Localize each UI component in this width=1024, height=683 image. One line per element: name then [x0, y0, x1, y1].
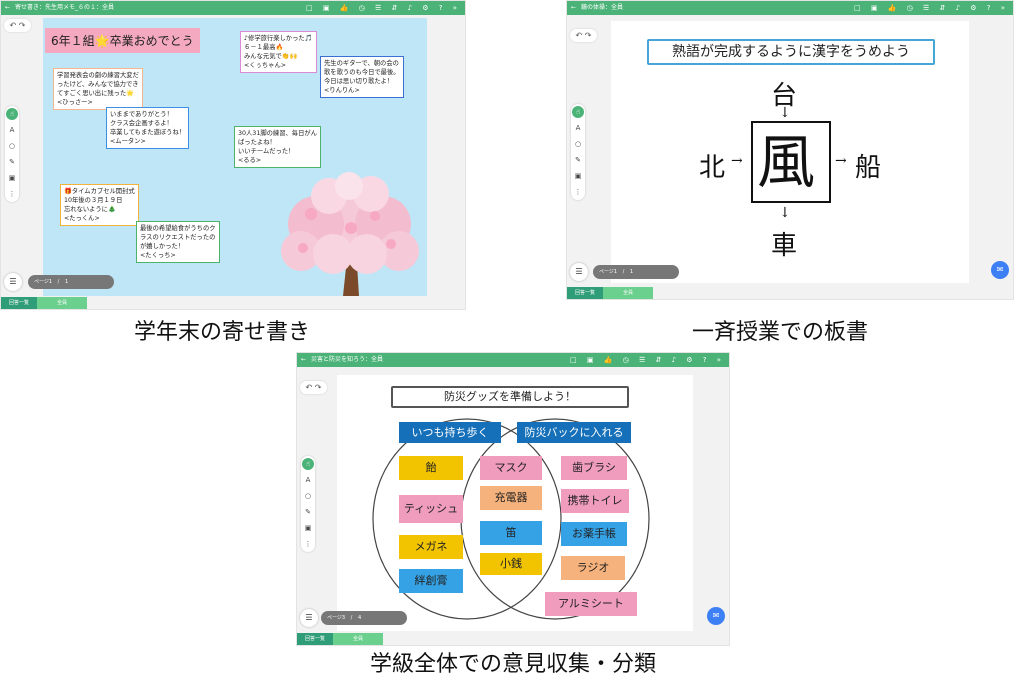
back-arrow-icon[interactable]: ← — [301, 356, 306, 363]
menu-icon[interactable]: ☰ — [300, 609, 318, 627]
undo-redo-button[interactable]: ↶ ↷ — [300, 381, 327, 394]
sticker-tool-icon[interactable]: ▣ — [5, 170, 19, 186]
shape-tool-icon[interactable]: ○ — [571, 136, 585, 152]
board-title[interactable]: 6年１組🌟卒業おめでとう — [45, 28, 200, 53]
back-arrow-icon[interactable]: ← — [5, 4, 10, 11]
card-item[interactable]: マスク — [480, 456, 542, 480]
sticky-note[interactable]: 🎁タイムカプセル開封式 10年後の３月１９日 忘れないように🎄 <たっくん> — [60, 184, 139, 226]
bottom-kanji[interactable]: 車 — [771, 225, 797, 262]
card-item[interactable]: 笛 — [480, 521, 542, 545]
card-item[interactable]: アルミシート — [545, 592, 637, 616]
text-tool-icon[interactable]: A — [5, 122, 19, 138]
card-item[interactable]: お薬手帳 — [561, 522, 627, 546]
shape-tool-icon[interactable]: ○ — [5, 138, 19, 154]
sticky-note[interactable]: 30人31脚の練習、毎日がん ばったよね！ いいチームだった！ <るる> — [234, 126, 321, 168]
center-kanji[interactable]: 風 — [757, 127, 815, 197]
window-title: 鏡の体操：全員 — [580, 4, 623, 11]
bottom-tabs: 回答一覧 全員 — [1, 297, 88, 309]
page-indicator[interactable]: ページ1 / 1 — [593, 265, 679, 279]
tab-answer-list[interactable]: 回答一覧 — [297, 633, 334, 645]
app-window-classification: ← 災害と防災を知ろう：全員 □ ▣ 👍 ◷ ☰ ⇵ ♪ ⚙ ? » ↶ ↷ ☝… — [296, 352, 730, 646]
sticky-note[interactable]: ♪修学旅行楽しかった🎵 ６－１最高🔥 みんな元気で👏🙌 <くぅちゃん> — [240, 31, 317, 73]
card-item[interactable]: メガネ — [399, 535, 463, 559]
more-tools-icon[interactable]: ⋮ — [5, 186, 19, 202]
hand-tool-icon[interactable]: ☝ — [572, 106, 584, 118]
tab-all[interactable]: 全員 — [37, 297, 88, 309]
card-item[interactable]: 歯ブラシ — [561, 456, 627, 480]
sticky-note[interactable]: 最後の希望給食がうちのク ラスのリクエストだったの が嬉しかった！ <たくっち> — [136, 221, 220, 263]
app-window-board: ← 鏡の体操：全員 □ ▣ 👍 ◷ ☰ ⇵ ♪ ⚙ ? » ↶ ↷ ☝ A ○ … — [566, 0, 1014, 300]
tab-answer-list[interactable]: 回答一覧 — [1, 297, 38, 309]
left-kanji[interactable]: 北 — [699, 147, 725, 184]
sticky-note[interactable]: いままでありがとう！ クラス会企画するよ！ 卒業してもまた遊ぼうね！ <ムータン… — [106, 107, 190, 149]
caption-yosegaki: 学年末の寄せ書き — [134, 320, 311, 345]
text-tool-icon[interactable]: A — [571, 120, 585, 136]
tool-palette: ☝ A ○ ✎ ▣ ⋮ — [571, 104, 585, 200]
sticker-tool-icon[interactable]: ▣ — [301, 520, 315, 536]
hand-tool-icon[interactable]: ☝ — [302, 458, 314, 470]
header-always-carry[interactable]: いつも持ち歩く — [399, 422, 501, 443]
pen-tool-icon[interactable]: ✎ — [5, 154, 19, 170]
center-box[interactable]: 風 — [751, 121, 831, 203]
board-canvas[interactable]: 6年１組🌟卒業おめでとう 学習発表会の劇の練習大変だ ったけど、みんなで協力でき… — [43, 18, 427, 296]
pen-tool-icon[interactable]: ✎ — [301, 504, 315, 520]
card-item[interactable]: 充電器 — [480, 486, 542, 510]
top-toolbar: ← 災害と防災を知ろう：全員 □ ▣ 👍 ◷ ☰ ⇵ ♪ ⚙ ? » — [297, 353, 729, 367]
toolbar-icons[interactable]: □ ▣ 👍 ◷ ☰ ⇵ ♪ ⚙ ? » — [854, 1, 1009, 15]
window-title: 災害と防災を知ろう：全員 — [310, 356, 383, 363]
toolbar-icons[interactable]: □ ▣ 👍 ◷ ☰ ⇵ ♪ ⚙ ? » — [306, 1, 461, 15]
text-tool-icon[interactable]: A — [301, 472, 315, 488]
card-item[interactable]: 飴 — [399, 456, 463, 480]
sticky-note[interactable]: 学習発表会の劇の練習大変だ ったけど、みんなで協力でき てすごく思い出に残った🌟… — [53, 68, 143, 110]
toolbar-icons[interactable]: □ ▣ 👍 ◷ ☰ ⇵ ♪ ⚙ ? » — [570, 353, 725, 367]
card-item[interactable]: 携帯トイレ — [561, 489, 629, 513]
chat-icon[interactable]: ✉ — [991, 261, 1009, 279]
board-canvas[interactable]: 熟語が完成するように漢字をうめよう 台 ↓ 北 → 風 → 船 ↓ 車 — [611, 21, 969, 283]
bottom-tabs: 回答一覧 全員 — [297, 633, 384, 645]
card-item[interactable]: ティッシュ — [399, 495, 463, 523]
card-item[interactable]: 絆創膏 — [399, 569, 463, 593]
undo-redo-button[interactable]: ↶ ↷ — [570, 29, 597, 42]
more-tools-icon[interactable]: ⋮ — [571, 184, 585, 200]
menu-icon[interactable]: ☰ — [570, 263, 588, 281]
tool-palette: ☝ A ○ ✎ ▣ ⋮ — [5, 106, 19, 202]
caption-classification: 学級全体での意見収集・分類 — [370, 652, 657, 677]
menu-icon[interactable]: ☰ — [4, 273, 22, 291]
tab-all[interactable]: 全員 — [603, 287, 654, 299]
sticky-note[interactable]: 先生のギターで、朝の会の 歌を歌うのも今日で最後。 今日は思い切り歌たよ！ <り… — [320, 56, 404, 98]
tab-answer-list[interactable]: 回答一覧 — [567, 287, 604, 299]
board-title[interactable]: 熟語が完成するように漢字をうめよう — [647, 39, 935, 65]
back-arrow-icon[interactable]: ← — [571, 4, 576, 11]
bottom-tabs: 回答一覧 全員 — [567, 287, 654, 299]
sticker-tool-icon[interactable]: ▣ — [571, 168, 585, 184]
window-title: 寄せ書き：先生用メモ_６の１：全員 — [14, 4, 114, 11]
page-indicator[interactable]: ページ1 / 1 — [28, 275, 114, 289]
shape-tool-icon[interactable]: ○ — [301, 488, 315, 504]
undo-redo-button[interactable]: ↶ ↷ — [4, 19, 31, 32]
arrow-right-icon: → — [731, 153, 743, 169]
hand-tool-icon[interactable]: ☝ — [6, 108, 18, 120]
card-item[interactable]: ラジオ — [561, 556, 625, 580]
arrow-down-icon: ↓ — [779, 105, 791, 121]
cherry-blossom-tree-image — [281, 172, 419, 296]
chat-icon[interactable]: ✉ — [707, 607, 725, 625]
tool-palette: ☝ A ○ ✎ ▣ ⋮ — [301, 456, 315, 552]
page-indicator[interactable]: ページ3 / 4 — [321, 611, 407, 625]
right-kanji[interactable]: 船 — [855, 147, 881, 184]
app-window-yosegaki: ← 寄せ書き：先生用メモ_６の１：全員 □ ▣ 👍 ◷ ☰ ⇵ ♪ ⚙ ? » … — [0, 0, 466, 310]
more-tools-icon[interactable]: ⋮ — [301, 536, 315, 552]
top-toolbar: ← 寄せ書き：先生用メモ_６の１：全員 □ ▣ 👍 ◷ ☰ ⇵ ♪ ⚙ ? » — [1, 1, 465, 15]
pen-tool-icon[interactable]: ✎ — [571, 152, 585, 168]
arrow-down-icon: ↓ — [779, 205, 791, 221]
tab-all[interactable]: 全員 — [333, 633, 384, 645]
header-emergency-bag[interactable]: 防災バックに入れる — [517, 422, 631, 443]
board-canvas[interactable]: 防災グッズを準備しよう！ いつも持ち歩く 防災バックに入れる 飴 マスク 歯ブラ… — [337, 375, 693, 631]
caption-board: 一斉授業での板書 — [692, 320, 869, 345]
top-toolbar: ← 鏡の体操：全員 □ ▣ 👍 ◷ ☰ ⇵ ♪ ⚙ ? » — [567, 1, 1013, 15]
card-item[interactable]: 小銭 — [480, 553, 542, 575]
arrow-right-icon: → — [835, 153, 847, 169]
